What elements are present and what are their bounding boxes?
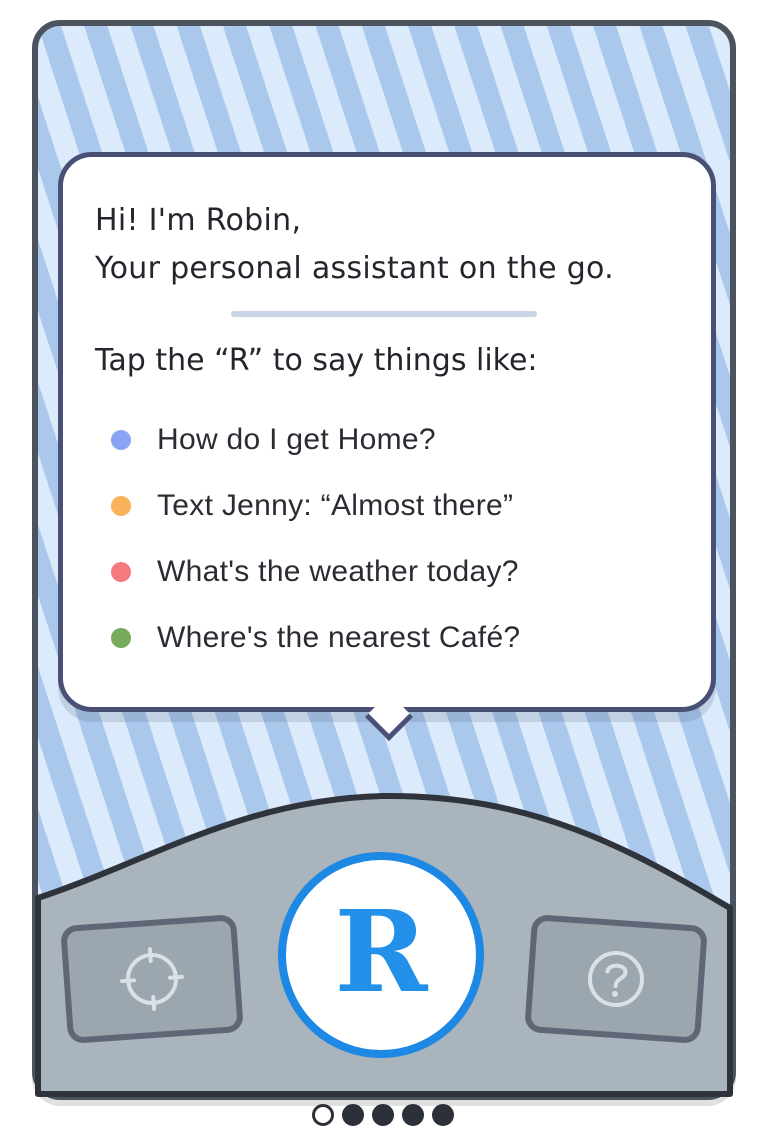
voice-assistant-button[interactable]: R [278, 852, 484, 1058]
bullet-dot-icon [111, 562, 131, 582]
locate-button[interactable] [60, 914, 244, 1044]
example-text: Text Jenny: “Almost there” [157, 489, 514, 522]
example-text: What's the weather today? [157, 555, 519, 588]
robin-r-logo: R [334, 887, 428, 1018]
page-dot[interactable] [342, 1104, 364, 1126]
page-dot[interactable] [432, 1104, 454, 1126]
page-dot[interactable] [402, 1104, 424, 1126]
speech-bubble: Hi! I'm Robin, Your personal assistant o… [58, 152, 716, 712]
example-item: What's the weather today? [111, 539, 520, 605]
crosshair-icon [120, 947, 184, 1011]
greeting-title: Hi! I'm Robin, [95, 203, 302, 238]
example-item: How do I get Home? [111, 407, 520, 473]
example-text: How do I get Home? [157, 423, 436, 456]
instruction-heading: Tap the “R” to say things like: [95, 343, 538, 378]
example-text: Where's the nearest Café? [157, 621, 521, 654]
bullet-dot-icon [111, 628, 131, 648]
bullet-dot-icon [111, 430, 131, 450]
help-button[interactable] [524, 914, 708, 1044]
page-dot[interactable] [372, 1104, 394, 1126]
example-list: How do I get Home? Text Jenny: “Almost t… [111, 407, 520, 671]
bullet-dot-icon [111, 496, 131, 516]
divider [231, 311, 537, 317]
help-icon [588, 951, 644, 1007]
example-item: Text Jenny: “Almost there” [111, 473, 520, 539]
example-item: Where's the nearest Café? [111, 605, 520, 671]
page-indicator [312, 1104, 458, 1128]
page-dot-current[interactable] [312, 1104, 334, 1126]
greeting-subtitle: Your personal assistant on the go. [95, 251, 615, 286]
